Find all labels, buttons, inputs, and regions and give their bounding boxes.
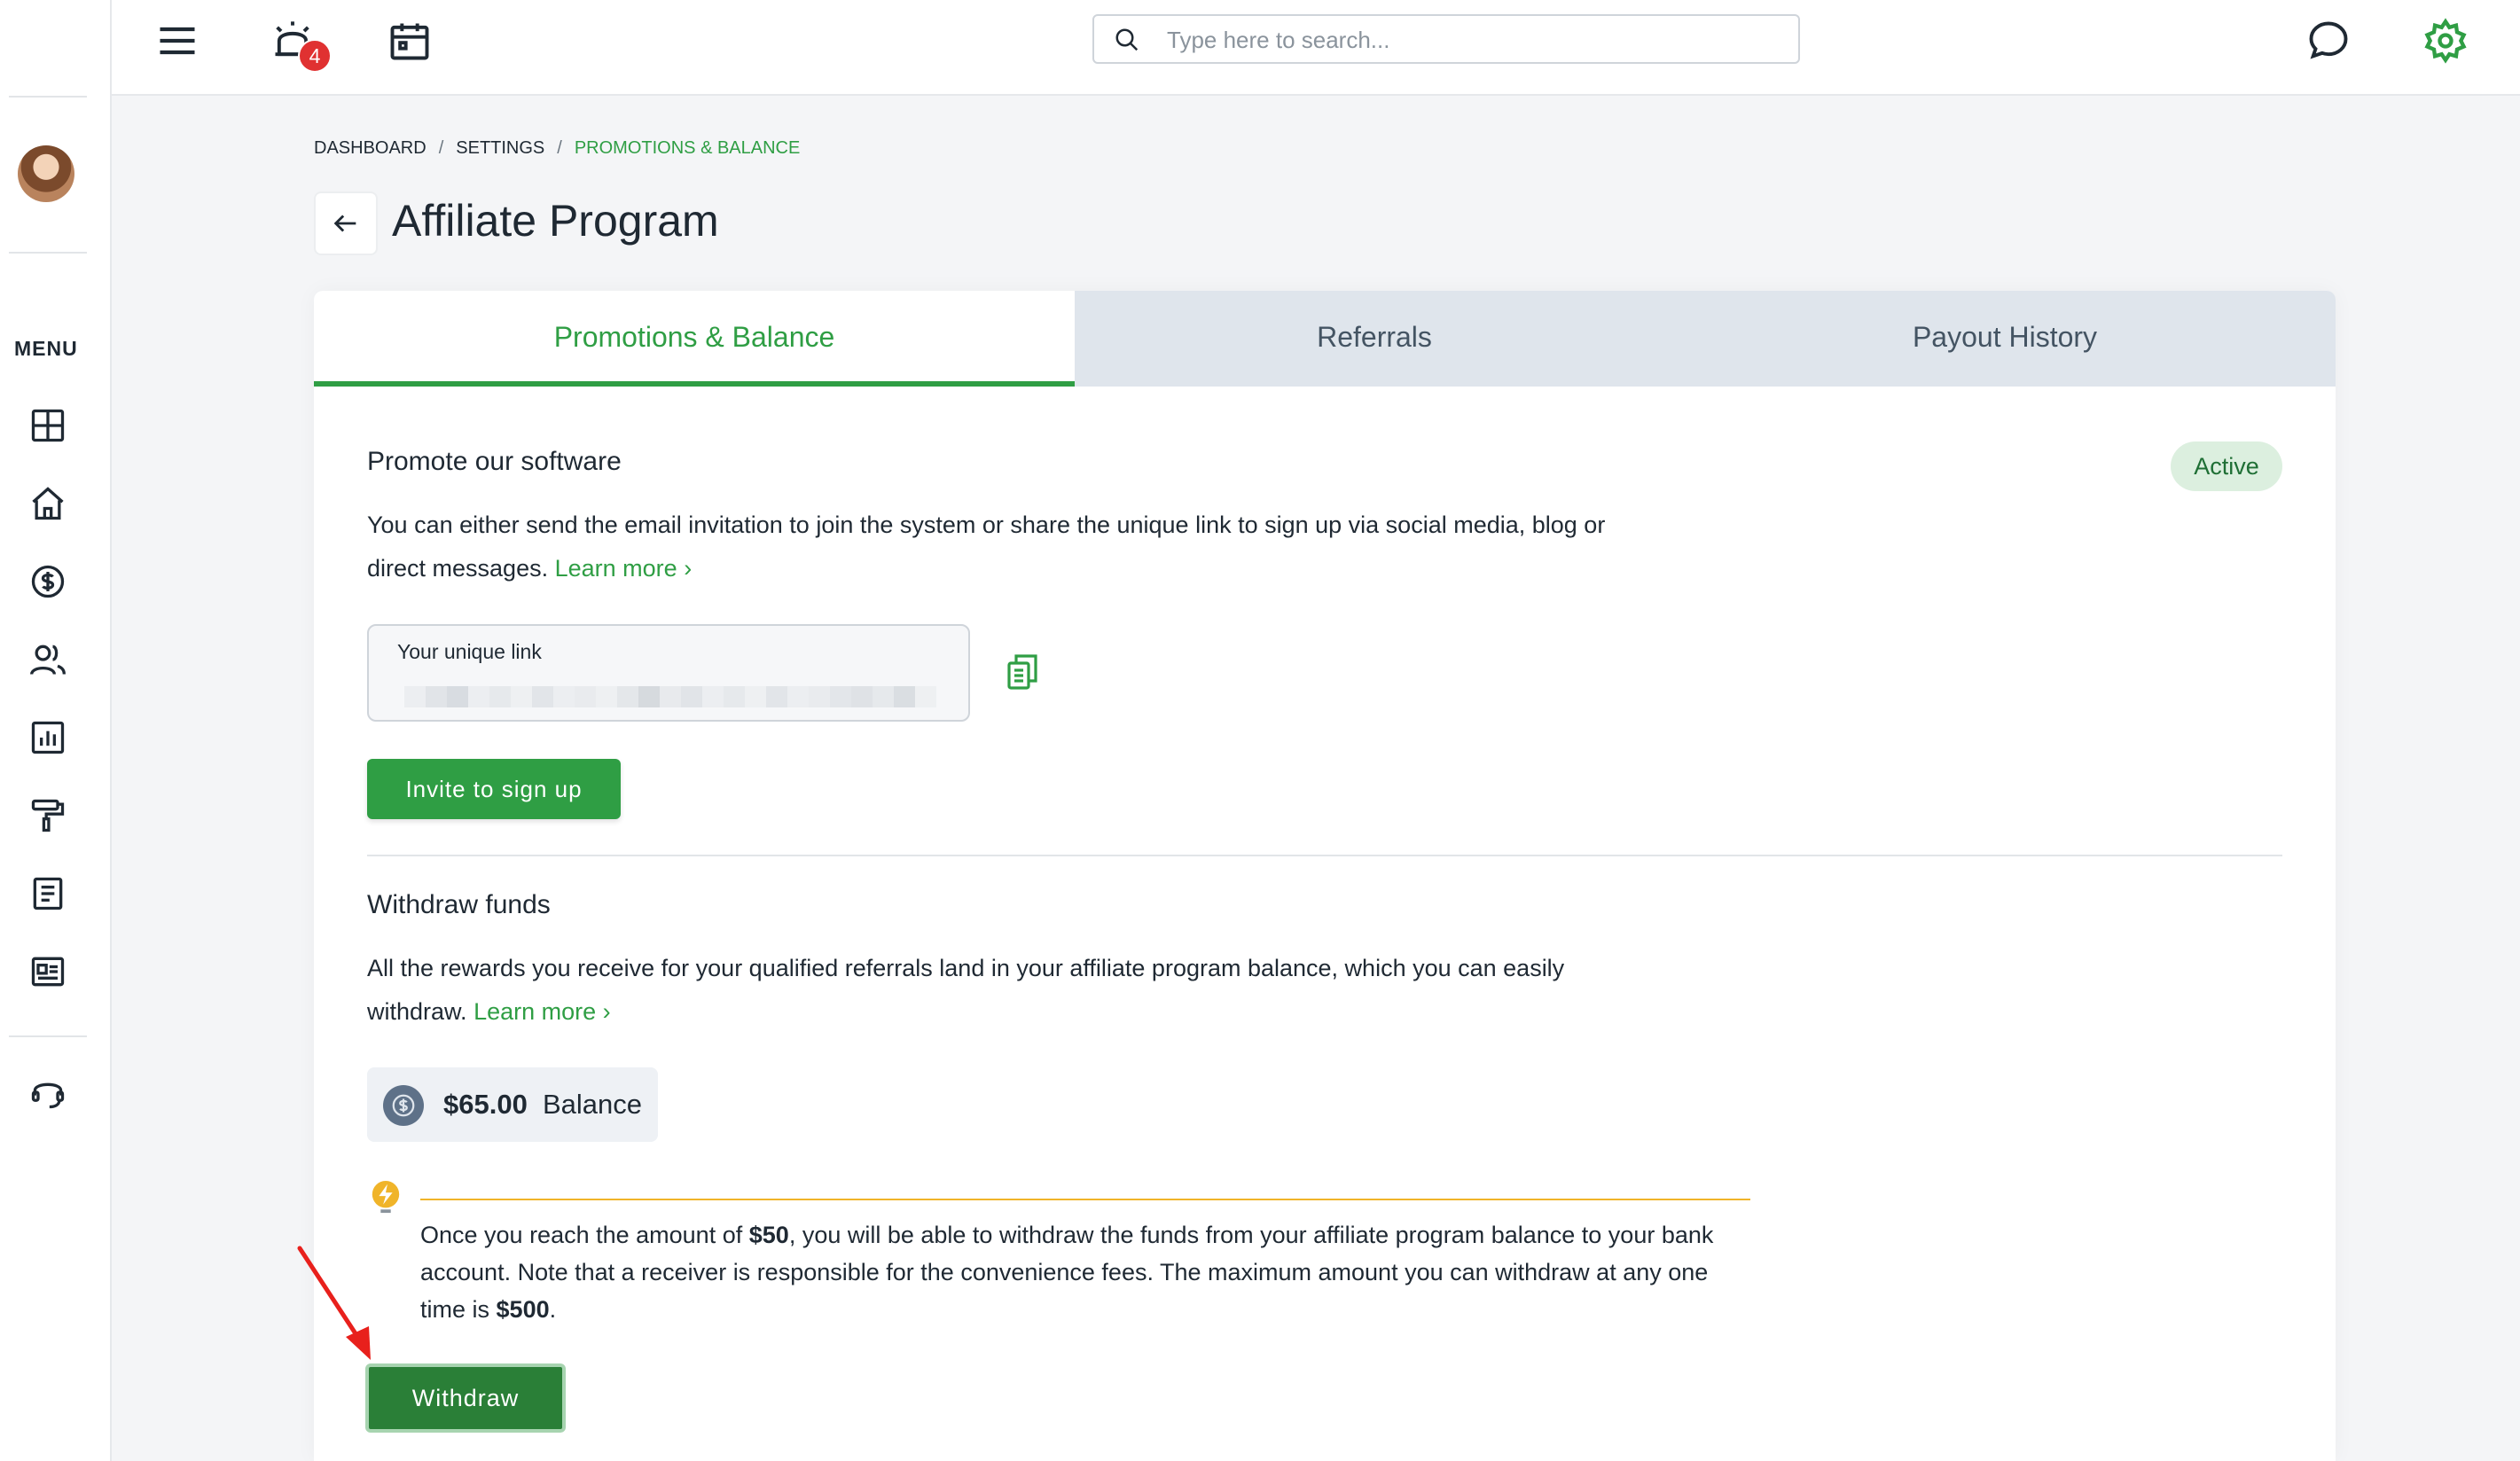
copy-icon[interactable]: [1006, 652, 1041, 691]
tab-referrals[interactable]: Referrals: [1075, 291, 1674, 387]
chevron-right-icon: ›: [602, 998, 611, 1025]
content-card: Promotions & Balance Referrals Payout Hi…: [314, 291, 2336, 1461]
tab-bar: Promotions & Balance Referrals Payout Hi…: [314, 291, 2336, 387]
tab-promotions-balance[interactable]: Promotions & Balance: [314, 291, 1075, 387]
promote-description-line2: direct messages.: [367, 555, 549, 582]
withdraw-description-line2: withdraw.: [367, 998, 467, 1025]
balance-box: $65.00 Balance: [367, 1067, 658, 1142]
paint-roller-icon[interactable]: [28, 796, 67, 835]
document-icon[interactable]: [28, 874, 67, 913]
breadcrumb-current: PROMOTIONS & BALANCE: [574, 138, 801, 158]
avatar[interactable]: [18, 145, 74, 202]
breadcrumb-dashboard[interactable]: DASHBOARD: [314, 138, 427, 158]
promote-description: You can either send the email invitation…: [367, 504, 1963, 590]
note-text: .: [549, 1296, 557, 1323]
hamburger-menu-icon[interactable]: [154, 18, 200, 64]
promote-description-line1: You can either send the email invitation…: [367, 512, 1606, 538]
search-input[interactable]: [1165, 23, 1780, 57]
balance-label: Balance: [543, 1089, 643, 1120]
breadcrumb: DASHBOARD / SETTINGS / PROMOTIONS & BALANCE: [314, 138, 812, 159]
unique-link-value-blurred: [404, 686, 936, 707]
annotation-arrow-icon: [297, 1246, 371, 1360]
top-bar: 4: [112, 0, 2520, 96]
home-icon[interactable]: [28, 484, 67, 523]
arrow-left-icon: [333, 215, 356, 232]
balance-amount: $65.00: [443, 1089, 528, 1120]
page-title: Affiliate Program: [392, 196, 719, 246]
note-max-amount: $500: [496, 1296, 550, 1323]
withdraw-description: All the rewards you receive for your qua…: [367, 947, 1963, 1034]
notification-count-badge: 4: [298, 39, 332, 73]
status-badge: Active: [2171, 441, 2282, 491]
note-divider: [420, 1199, 1750, 1200]
promote-section-title: Promote our software: [367, 447, 622, 476]
lightbulb-icon: [369, 1179, 403, 1216]
search-box[interactable]: [1092, 14, 1800, 64]
sidebar-divider: [9, 252, 87, 254]
sidebar: MENU: [0, 0, 112, 1461]
reports-chart-icon[interactable]: [28, 718, 67, 757]
withdraw-button[interactable]: Withdraw: [365, 1363, 566, 1433]
withdraw-description-line1: All the rewards you receive for your qua…: [367, 955, 1565, 981]
breadcrumb-separator: /: [438, 138, 444, 158]
chat-bubble-icon[interactable]: [2305, 18, 2352, 64]
invite-to-sign-up-button[interactable]: Invite to sign up: [367, 759, 621, 819]
calendar-icon[interactable]: [387, 18, 433, 64]
dollar-coin-icon: [383, 1085, 424, 1126]
withdraw-section-title: Withdraw funds: [367, 890, 551, 919]
learn-more-label: Learn more: [554, 555, 677, 582]
unique-link-field[interactable]: Your unique link: [367, 624, 970, 722]
note-text: Once you reach the amount of: [420, 1222, 743, 1248]
withdraw-note: Once you reach the amount of $50, you wi…: [420, 1216, 1750, 1328]
learn-more-link[interactable]: Learn more ›: [555, 555, 693, 582]
sidebar-divider: [9, 96, 87, 98]
unique-link-label: Your unique link: [397, 640, 542, 663]
search-icon: [1115, 28, 1139, 51]
note-min-amount: $50: [748, 1222, 789, 1248]
sidebar-divider: [9, 1035, 87, 1037]
settings-gear-icon[interactable]: [2422, 18, 2469, 64]
menu-label: MENU: [14, 337, 78, 360]
learn-more-link[interactable]: Learn more ›: [473, 998, 611, 1025]
back-button[interactable]: [314, 191, 378, 255]
dollar-icon[interactable]: [28, 562, 67, 601]
chevron-right-icon: ›: [684, 555, 693, 582]
dashboard-grid-icon[interactable]: [28, 406, 67, 445]
newspaper-icon[interactable]: [28, 952, 67, 991]
tab-payout-history[interactable]: Payout History: [1674, 291, 2336, 387]
breadcrumb-settings[interactable]: SETTINGS: [456, 138, 544, 158]
section-divider: [367, 855, 2282, 856]
learn-more-label: Learn more: [473, 998, 597, 1025]
users-icon[interactable]: [28, 640, 67, 679]
breadcrumb-separator: /: [557, 138, 562, 158]
headset-icon[interactable]: [28, 1073, 67, 1112]
